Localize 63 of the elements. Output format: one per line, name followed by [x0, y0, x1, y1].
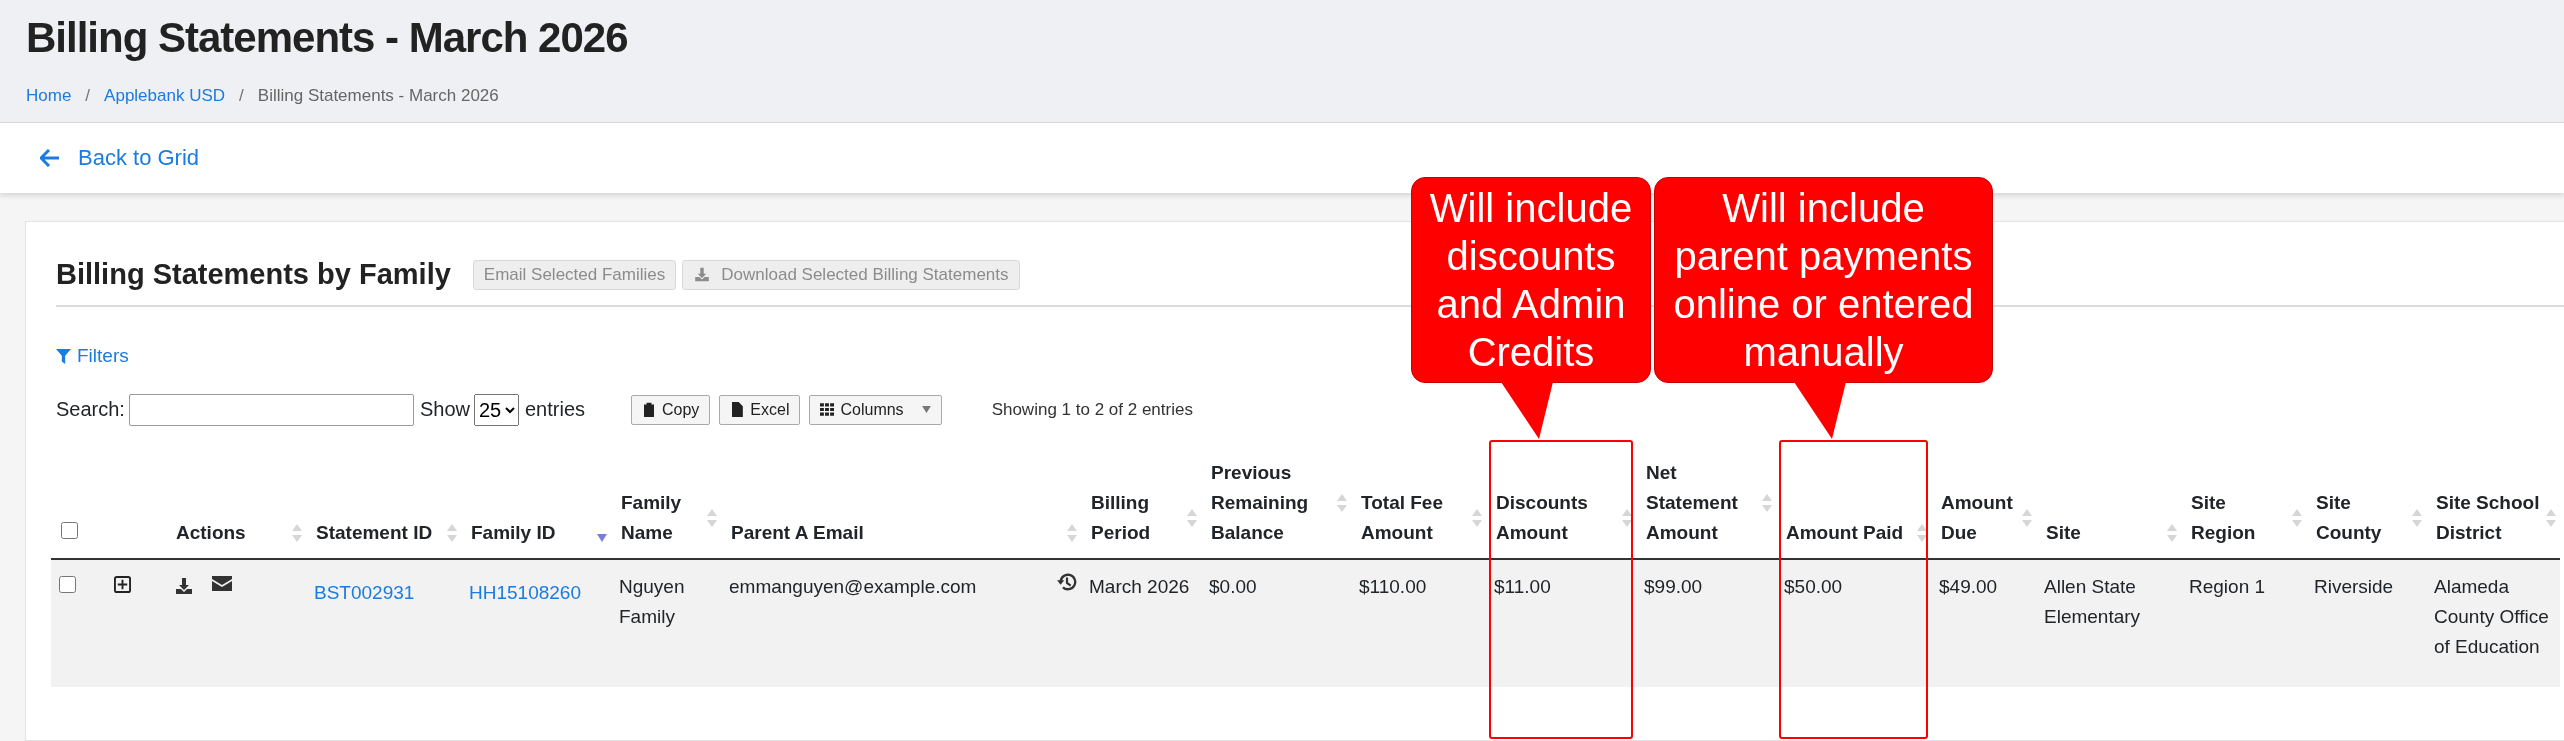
column-header[interactable]: Net Statement Amount — [1646, 457, 1760, 548]
arrow-left-icon — [40, 149, 60, 167]
entries-label: entries — [524, 398, 585, 421]
table-cell: $49.00 — [1939, 575, 1998, 597]
table-cell: $50.00 — [1784, 575, 1843, 597]
email-icon[interactable] — [212, 575, 232, 591]
file-icon — [730, 402, 745, 417]
page-title: Billing Statements - March 2026 — [26, 14, 629, 62]
column-header[interactable]: Site School District — [2436, 487, 2544, 548]
search-label: Search: — [56, 398, 125, 421]
column-header[interactable]: Site County — [2316, 487, 2410, 548]
download-icon — [693, 266, 712, 283]
breadcrumb-current: Billing Statements - March 2026 — [257, 86, 499, 106]
filter-icon — [56, 348, 71, 364]
table-cell: $99.00 — [1644, 575, 1703, 597]
expand-icon[interactable] — [114, 575, 131, 593]
export-button[interactable]: Columns — [809, 394, 942, 425]
callout-bubble: Will include parent payments online or entered manually — [1654, 176, 1993, 383]
column-header[interactable]: Site — [2046, 517, 2081, 548]
table-cell: Riverside — [2314, 575, 2394, 597]
column-header[interactable]: Family ID — [471, 517, 556, 548]
breadcrumb-link[interactable]: Home — [26, 86, 72, 106]
breadcrumb-link[interactable]: Applebank USD — [104, 86, 226, 106]
breadcrumb-separator: / — [239, 86, 244, 106]
entries-dropdown[interactable]: 25 — [473, 393, 519, 426]
column-header[interactable]: Previous Remaining Balance — [1211, 457, 1335, 548]
column-header[interactable]: Actions — [176, 517, 246, 548]
history-icon[interactable] — [1057, 571, 1077, 592]
caret-icon — [921, 406, 931, 413]
table-cell: Alameda County Office of Education — [2434, 575, 2549, 657]
export-button[interactable]: Copy — [631, 394, 711, 425]
card-title: Billing Statements by Family — [56, 258, 451, 291]
show-label: Show — [419, 398, 470, 421]
table-cell: Region 1 — [2189, 575, 2266, 597]
select-all-checkbox[interactable] — [61, 521, 78, 539]
row-checkbox[interactable] — [59, 575, 76, 593]
column-header[interactable]: Discounts Amount — [1496, 487, 1620, 548]
search-field[interactable] — [128, 393, 414, 426]
column-header[interactable]: Total Fee Amount — [1361, 487, 1470, 548]
filters-link[interactable]: Filters — [56, 345, 129, 367]
back-link[interactable]: Back to Grid — [40, 145, 200, 171]
table-cell: March 2026 — [1089, 575, 1190, 597]
column-header[interactable]: Parent A Email — [731, 517, 864, 548]
breadcrumb-separator: / — [85, 86, 91, 106]
clipboard-icon — [642, 402, 656, 417]
column-header[interactable]: Site Region — [2191, 487, 2290, 548]
table-cell: $110.00 — [1359, 575, 1427, 597]
download-icon[interactable] — [174, 575, 194, 596]
column-header[interactable]: Billing Period — [1091, 487, 1185, 548]
column-header[interactable]: Amount Due — [1941, 487, 2020, 548]
column-header[interactable]: Family Name — [621, 487, 705, 548]
table-cell: Allen State Elementary — [2044, 575, 2141, 627]
table-cell: $0.00 — [1209, 575, 1257, 597]
grid-icon — [820, 402, 835, 417]
table-link[interactable]: BST002931 — [314, 571, 415, 608]
table-cell-text: emmanguyen@example.com — [729, 574, 977, 599]
entries-info: Showing 1 to 2 of 2 entries — [991, 399, 1193, 420]
callout-bubble: Will include discounts and Admin Credits — [1410, 176, 1652, 383]
column-header[interactable]: Statement ID — [316, 517, 433, 548]
table-cell: $11.00 — [1494, 575, 1551, 597]
table-cell: Nguyen Family — [619, 575, 685, 627]
export-button[interactable]: Excel — [719, 394, 801, 425]
column-header[interactable]: Amount Paid — [1786, 517, 1904, 548]
